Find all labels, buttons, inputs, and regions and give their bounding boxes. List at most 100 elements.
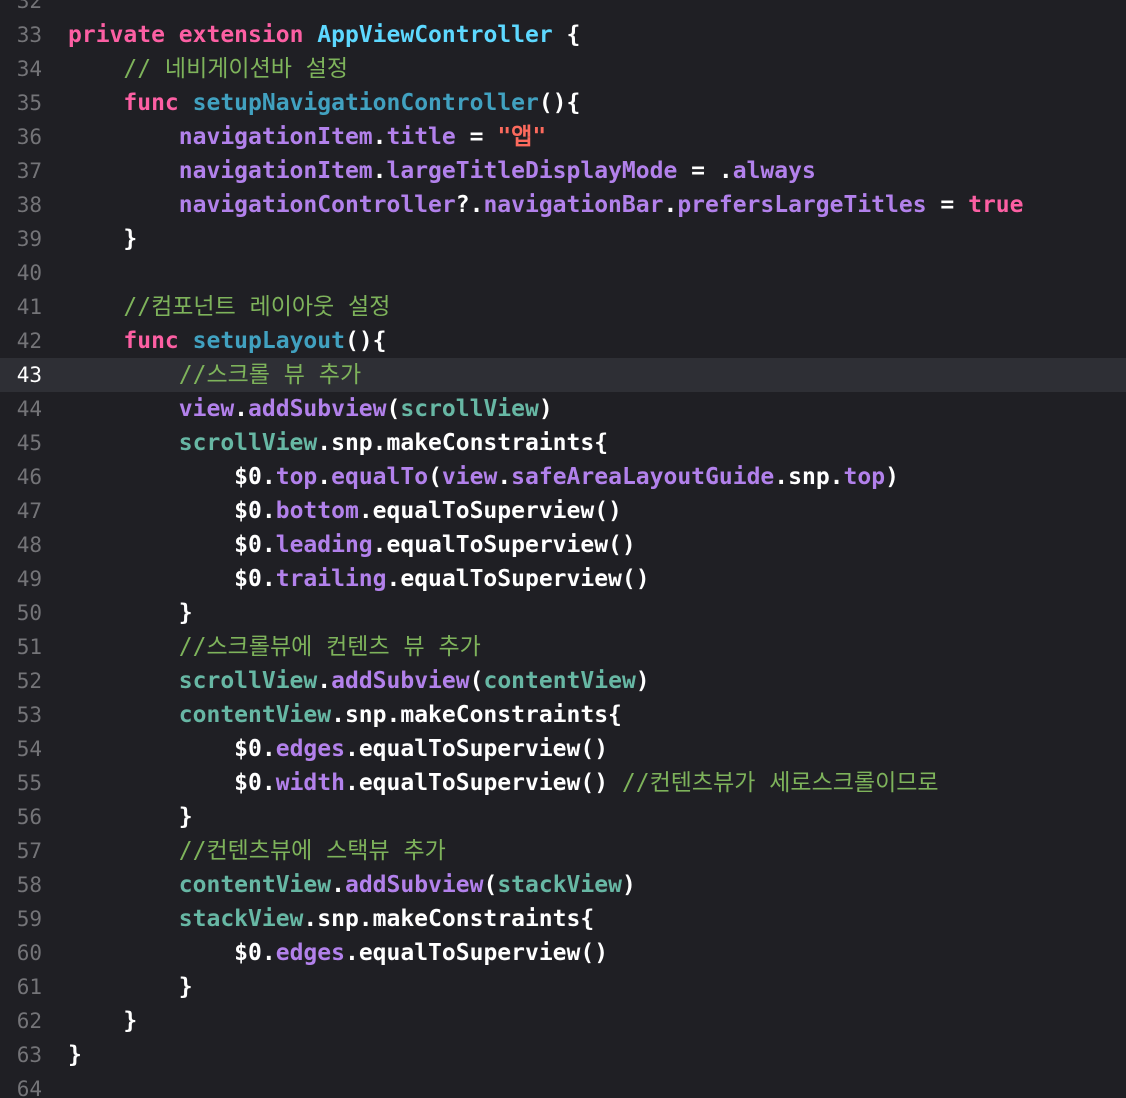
- code-line[interactable]: 40: [0, 256, 1126, 290]
- line-number: 63: [16, 1043, 42, 1067]
- code-token: .: [234, 396, 249, 422]
- code-line[interactable]: 41 //컴포넌트 레이아웃 설정: [0, 290, 1126, 324]
- code-line[interactable]: 38 navigationController?.navigationBar.p…: [0, 188, 1126, 222]
- code-token: }: [68, 1042, 82, 1068]
- code-token: $0.: [68, 464, 276, 490]
- code-token: = .: [677, 158, 733, 184]
- code-token: .equalToSuperview(): [344, 770, 622, 796]
- code-lines: 32 33 private extension AppViewController …: [0, 0, 1126, 1098]
- code-line[interactable]: 64: [0, 1072, 1126, 1098]
- line-number: 48: [16, 533, 42, 557]
- code-token: view: [178, 396, 235, 422]
- line-number: 39: [16, 227, 42, 251]
- code-token: $0.: [68, 736, 276, 762]
- line-number: 50: [16, 601, 42, 625]
- line-number: 37: [16, 159, 42, 183]
- line-number: 42: [16, 329, 42, 353]
- code-line[interactable]: 42 func setupLayout(){: [0, 324, 1126, 358]
- code-token: addSubview: [248, 396, 387, 422]
- code-text: }: [68, 1038, 82, 1072]
- code-line[interactable]: 35 func setupNavigationController(){: [0, 86, 1126, 120]
- line-number: 54: [16, 737, 42, 761]
- code-token: contentView: [483, 668, 636, 694]
- line-number: 33: [16, 23, 42, 47]
- line-number: 61: [16, 975, 42, 999]
- line-number: 40: [16, 261, 42, 285]
- code-token: prefersLargeTitles: [677, 192, 927, 218]
- code-line[interactable]: 34 // 네비게이션바 설정: [0, 52, 1126, 86]
- code-editor[interactable]: 32 33 private extension AppViewController …: [0, 0, 1126, 1098]
- code-token: stackView: [497, 872, 622, 898]
- code-token: scrollView: [400, 396, 539, 422]
- code-token: (: [469, 668, 484, 694]
- line-number: 36: [16, 125, 42, 149]
- code-line[interactable]: 48 $0.leading.equalToSuperview(): [0, 528, 1126, 562]
- code-text: contentView.snp.makeConstraints{: [68, 698, 622, 732]
- code-token: ): [885, 464, 899, 490]
- code-token: trailing: [275, 566, 387, 592]
- code-text: $0.width.equalToSuperview() //컨텐츠뷰가 세로스크…: [68, 766, 938, 800]
- code-token: stackView: [178, 906, 304, 932]
- code-text: stackView.snp.makeConstraints{: [68, 902, 594, 936]
- code-text: //스크롤뷰에 컨텐츠 뷰 추가: [68, 630, 481, 664]
- code-line[interactable]: 60 $0.edges.equalToSuperview(): [0, 936, 1126, 970]
- code-token: .snp.makeConstraints{: [303, 906, 595, 932]
- code-line[interactable]: 44 view.addSubview(scrollView): [0, 392, 1126, 426]
- code-text: }: [68, 222, 137, 256]
- code-token: ): [621, 872, 636, 898]
- code-line[interactable]: 55 $0.width.equalToSuperview() //컨텐츠뷰가 세…: [0, 766, 1126, 800]
- code-text: navigationItem.title = "앱": [68, 120, 546, 154]
- code-line[interactable]: 50 }: [0, 596, 1126, 630]
- code-token: //스크롤뷰에 컨텐츠 뷰 추가: [68, 634, 481, 660]
- code-line[interactable]: 46 $0.top.equalTo(view.safeAreaLayoutGui…: [0, 460, 1126, 494]
- code-text: scrollView.addSubview(contentView): [68, 664, 650, 698]
- code-line[interactable]: 57 //컨텐츠뷰에 스택뷰 추가: [0, 834, 1126, 868]
- code-line[interactable]: 58 contentView.addSubview(stackView): [0, 868, 1126, 902]
- code-line[interactable]: 32: [0, 0, 1126, 18]
- code-token: }: [68, 804, 193, 830]
- code-line[interactable]: 39 }: [0, 222, 1126, 256]
- line-number: 46: [16, 465, 42, 489]
- code-text: //스크롤 뷰 추가: [68, 358, 361, 392]
- code-line[interactable]: 36 navigationItem.title = "앱": [0, 120, 1126, 154]
- code-line[interactable]: 54 $0.edges.equalToSuperview(): [0, 732, 1126, 766]
- code-line[interactable]: 33 private extension AppViewController {: [0, 18, 1126, 52]
- line-number: 60: [16, 941, 42, 965]
- code-text: // 네비게이션바 설정: [68, 52, 348, 86]
- code-line[interactable]: 37 navigationItem.largeTitleDisplayMode …: [0, 154, 1126, 188]
- code-token: =: [926, 192, 969, 218]
- code-token: navigationItem: [178, 124, 373, 150]
- code-line[interactable]: 49 $0.trailing.equalToSuperview(): [0, 562, 1126, 596]
- line-number: 56: [16, 805, 42, 829]
- line-number: 52: [16, 669, 42, 693]
- code-line[interactable]: 56 }: [0, 800, 1126, 834]
- code-token: edges: [275, 940, 345, 966]
- code-line[interactable]: 51 //스크롤뷰에 컨텐츠 뷰 추가: [0, 630, 1126, 664]
- code-line[interactable]: 63}: [0, 1038, 1126, 1072]
- code-line[interactable]: 52 scrollView.addSubview(contentView): [0, 664, 1126, 698]
- current-code-line[interactable]: 43 //스크롤 뷰 추가: [0, 358, 1126, 392]
- code-token: func: [123, 328, 179, 354]
- code-line[interactable]: 47 $0.bottom.equalToSuperview(): [0, 494, 1126, 528]
- code-token: }: [68, 600, 193, 626]
- line-number: 53: [16, 703, 42, 727]
- code-line[interactable]: 45 scrollView.snp.makeConstraints{: [0, 426, 1126, 460]
- code-line[interactable]: 53 contentView.snp.makeConstraints{: [0, 698, 1126, 732]
- line-number: 59: [16, 907, 42, 931]
- code-token: .equalToSuperview(): [344, 736, 609, 762]
- code-token: (: [386, 396, 401, 422]
- code-line[interactable]: 59 stackView.snp.makeConstraints{: [0, 902, 1126, 936]
- code-text: navigationController?.navigationBar.pref…: [68, 188, 1024, 222]
- code-text: }: [68, 970, 193, 1004]
- code-text: view.addSubview(scrollView): [68, 392, 553, 426]
- code-line[interactable]: 62 }: [0, 1004, 1126, 1038]
- code-token: }: [68, 226, 138, 252]
- code-line[interactable]: 61 }: [0, 970, 1126, 1004]
